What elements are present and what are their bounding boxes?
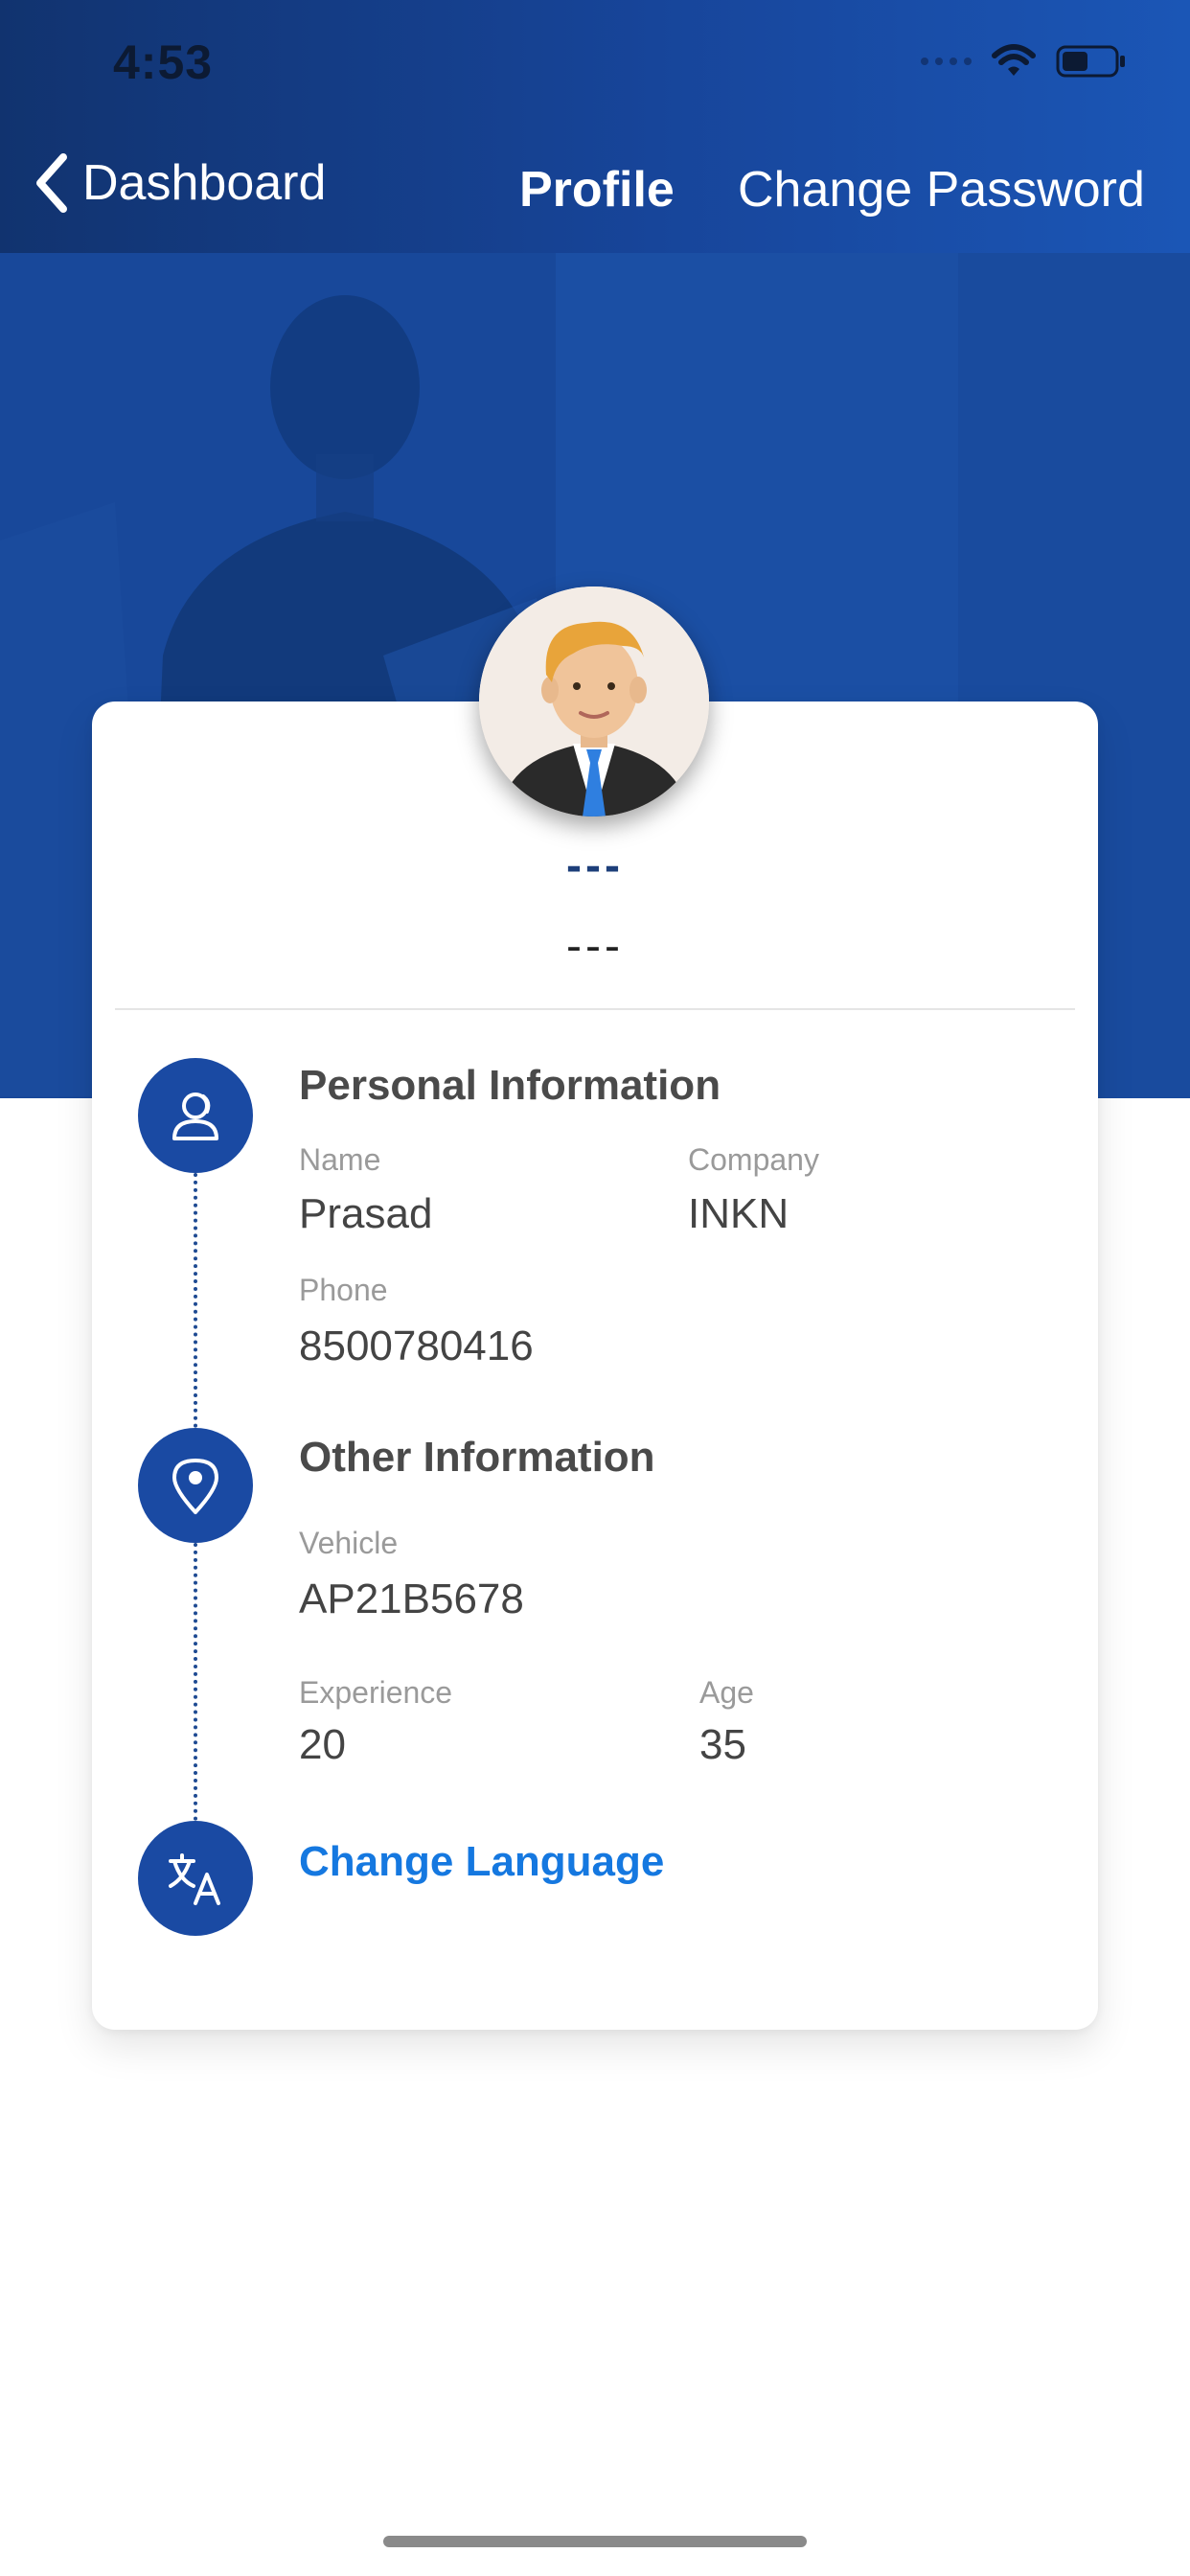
wifi-icon <box>991 44 1037 79</box>
back-button[interactable]: Dashboard <box>34 153 326 213</box>
status-time: 4:53 <box>113 35 214 89</box>
vehicle-label: Vehicle <box>299 1526 399 1560</box>
user-profile-icon <box>172 1092 218 1140</box>
location-pin-icon <box>172 1459 218 1514</box>
avatar <box>479 586 709 816</box>
chevron-left-icon <box>34 153 69 213</box>
language-icon-circle[interactable] <box>138 1821 253 1936</box>
name-label: Name <box>299 1142 381 1177</box>
phone-value: 8500780416 <box>299 1322 534 1369</box>
company-value: INKN <box>688 1190 790 1237</box>
card-divider <box>115 1008 1075 1010</box>
signal-dots-icon <box>921 58 972 65</box>
back-button-label: Dashboard <box>82 155 327 211</box>
battery-icon <box>1056 44 1127 79</box>
change-language-link[interactable]: Change Language <box>299 1838 664 1886</box>
personal-info-icon-circle <box>138 1058 253 1173</box>
age-label: Age <box>699 1675 754 1710</box>
timeline-connector <box>194 1173 197 1428</box>
other-info-icon-circle <box>138 1428 253 1543</box>
status-icons <box>921 44 1127 79</box>
name-value: Prasad <box>299 1190 433 1237</box>
avatar-man-icon <box>479 586 709 816</box>
experience-label: Experience <box>299 1675 453 1710</box>
profile-name: --- <box>566 840 624 891</box>
personal-info-title: Personal Information <box>299 1062 721 1109</box>
timeline-connector <box>194 1543 197 1821</box>
experience-value: 20 <box>299 1721 346 1768</box>
home-indicator[interactable] <box>383 2536 807 2547</box>
age-value: 35 <box>699 1721 746 1768</box>
other-info-title: Other Information <box>299 1434 655 1481</box>
company-label: Company <box>688 1142 819 1177</box>
profile-card <box>92 702 1098 2030</box>
top-navigation-bar: 4:53 Dashboard Profile Change Password <box>0 0 1190 253</box>
vehicle-value: AP21B5678 <box>299 1576 524 1622</box>
translate-icon <box>169 1853 220 1905</box>
phone-label: Phone <box>299 1273 388 1307</box>
tab-profile[interactable]: Profile <box>519 161 675 218</box>
profile-subtitle: --- <box>566 921 624 972</box>
tab-change-password[interactable]: Change Password <box>738 161 1145 218</box>
